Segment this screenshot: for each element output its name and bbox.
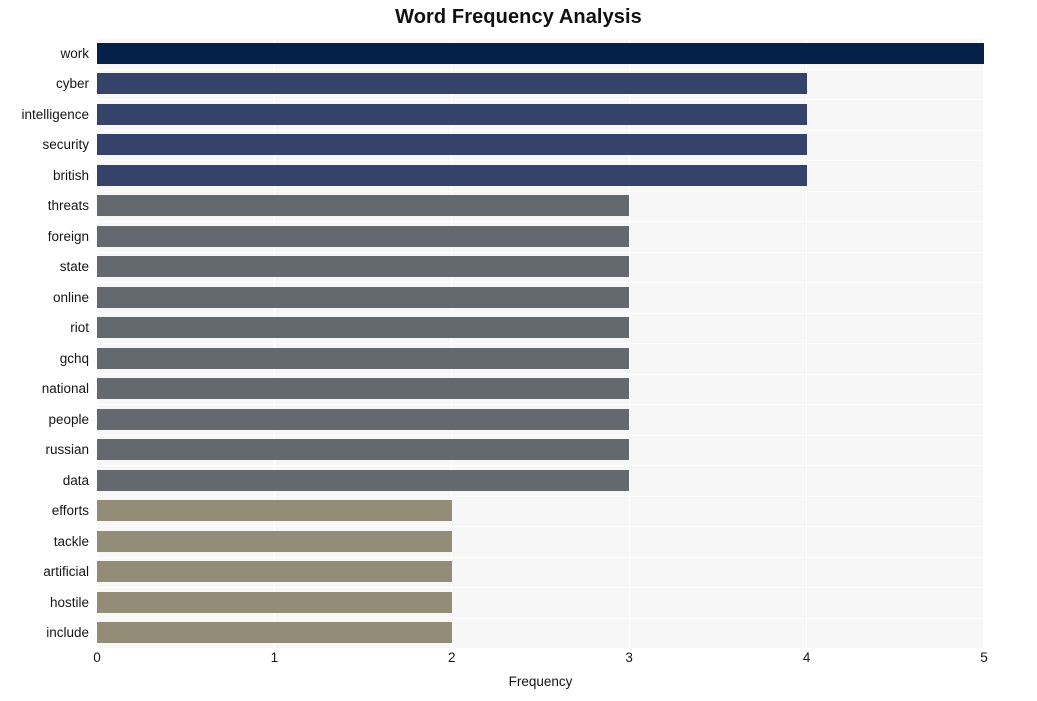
- y-axis-tick-label: riot: [70, 320, 89, 336]
- chart-figure: Word Frequency Analysis work cyber intelli…: [0, 0, 1037, 701]
- y-axis-tick-label: data: [62, 472, 89, 488]
- y-axis-tick-label: security: [42, 137, 89, 153]
- y-axis-tick-label: tackle: [53, 533, 89, 549]
- y-axis-tick-label: threats: [47, 198, 89, 214]
- y-axis-tick-label: state: [59, 259, 89, 275]
- y-axis-tick-label: foreign: [47, 228, 89, 244]
- y-axis-tick-label: british: [52, 167, 89, 183]
- x-axis-label: Frequency: [508, 674, 573, 689]
- x-axis-tick-label: 5: [980, 650, 988, 665]
- y-axis-tick-label: artificial: [43, 564, 89, 580]
- x-axis-tick-label: 4: [802, 650, 811, 665]
- x-axis-tick-label: 0: [93, 650, 101, 665]
- x-axis-tick-label: 3: [625, 650, 633, 665]
- y-axis-tick-label: national: [41, 381, 89, 397]
- y-axis-tick-label: work: [60, 45, 89, 61]
- y-axis-tick-label: intelligence: [21, 106, 89, 122]
- y-axis-tick-labels: work cyber intelligence security british thre…: [0, 38, 1037, 648]
- y-axis-tick-label: russian: [45, 442, 89, 458]
- chart-title: Word Frequency Analysis: [395, 6, 642, 28]
- gridline-horizontal: [97, 648, 984, 649]
- y-axis-tick-label: include: [46, 625, 89, 641]
- y-axis-tick-label: gchq: [59, 350, 89, 366]
- x-axis-tick-label: 2: [448, 650, 456, 665]
- y-axis-tick-label: cyber: [55, 76, 89, 92]
- y-axis-tick-label: hostile: [49, 594, 89, 610]
- y-axis-tick-label: online: [52, 289, 89, 305]
- y-axis-tick-label: efforts: [51, 503, 89, 519]
- y-axis-tick-label: people: [48, 411, 89, 427]
- x-axis-tick-label: 1: [270, 650, 279, 665]
- x-axis-tick-labels: 0 1 2 3 4 5: [0, 650, 1037, 674]
